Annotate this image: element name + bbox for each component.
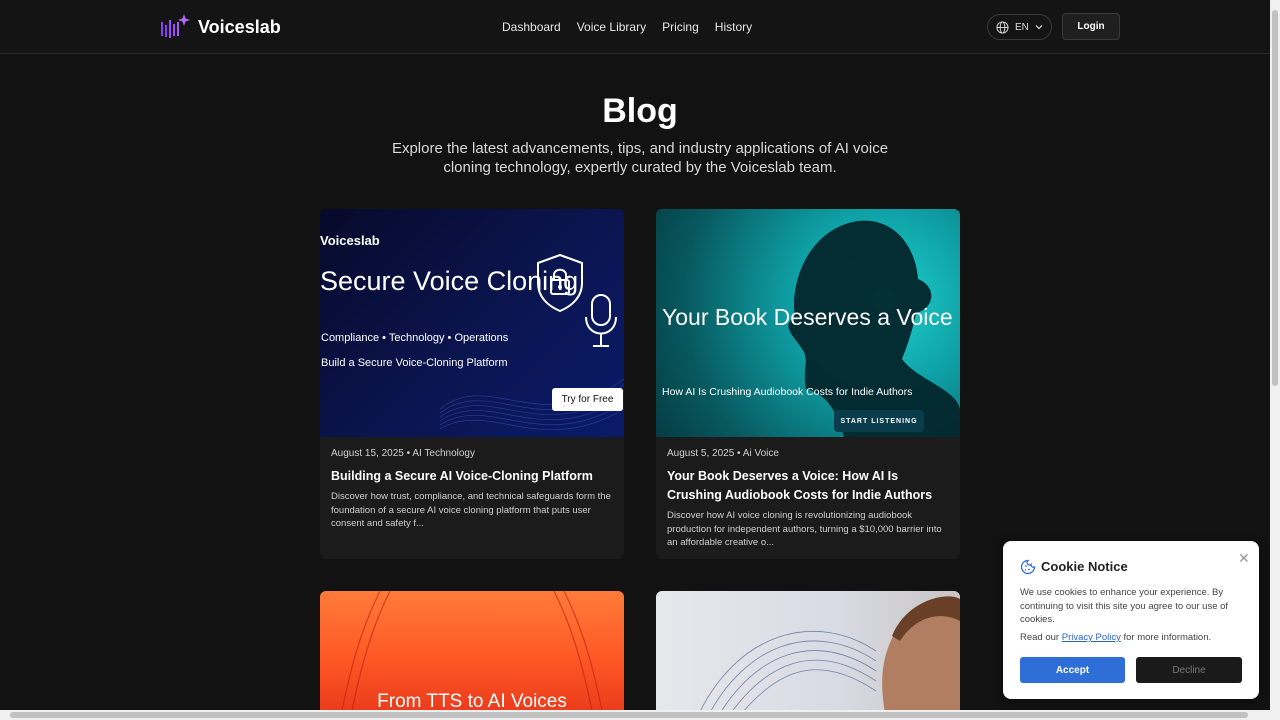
post-category: AI Technology (412, 448, 475, 459)
horizontal-scroll-thumb[interactable] (10, 712, 1248, 718)
image-caption: How AI Is Crushing Audiobook Costs for I… (662, 386, 913, 398)
microphone-icon (585, 294, 617, 347)
privacy-policy-link[interactable]: Privacy Policy (1062, 632, 1121, 643)
blog-card-image[interactable]: Your Book Deserves a Voice How AI Is Cru… (656, 209, 960, 437)
shield-lock-icon (537, 253, 583, 313)
blog-card[interactable] (656, 591, 960, 720)
post-category: Ai Voice (742, 448, 779, 459)
image-brand: Voiceslab (320, 233, 380, 248)
page-subtitle: Explore the latest advancements, tips, a… (391, 140, 889, 176)
chevron-down-icon (1035, 25, 1043, 30)
language-code: EN (1015, 21, 1029, 33)
wave-lines-decoration (439, 378, 624, 431)
post-title[interactable]: Your Book Deserves a Voice: How AI Is Cr… (667, 467, 953, 505)
main-nav: Dashboard Voice Library Pricing History (502, 18, 752, 36)
cookie-read-prefix: Read our (1020, 632, 1060, 643)
top-navigation-bar: Voiceslab Dashboard Voice Library Pricin… (0, 0, 1270, 54)
blog-card[interactable]: Voiceslab Secure Voice Cloning Complianc… (320, 209, 624, 559)
nav-history[interactable]: History (715, 18, 752, 36)
image-headline: Your Book Deserves a Voice (662, 304, 953, 330)
vertical-scrollbar[interactable] (1270, 0, 1280, 720)
post-date: August 5, 2025 (667, 448, 735, 459)
sound-wave-logo-icon (161, 14, 190, 38)
blog-card-image[interactable] (656, 591, 960, 720)
blog-card[interactable]: From TTS to AI Voices (320, 591, 624, 720)
language-selector[interactable]: EN (987, 14, 1052, 40)
cookie-notice: Cookie Notice ✕ We use cookies to enhanc… (1003, 541, 1259, 699)
blog-card[interactable]: Your Book Deserves a Voice How AI Is Cru… (656, 209, 960, 559)
try-for-free-button[interactable]: Try for Free (552, 388, 623, 411)
post-meta: August 15, 2025 • AI Technology (331, 448, 475, 459)
nav-pricing[interactable]: Pricing (662, 18, 699, 36)
blog-card-image[interactable]: From TTS to AI Voices (320, 591, 624, 720)
decline-button[interactable]: Decline (1136, 657, 1242, 683)
cookie-icon (1020, 559, 1036, 575)
nav-voice-library[interactable]: Voice Library (577, 18, 646, 36)
vertical-scroll-thumb[interactable] (1272, 10, 1278, 386)
post-meta: August 5, 2025 • Ai Voice (667, 448, 779, 459)
accept-button[interactable]: Accept (1020, 657, 1125, 683)
man-with-waves-illustration (695, 596, 960, 720)
start-listening-button[interactable]: START LISTENING (834, 410, 924, 432)
blog-card-image[interactable]: Voiceslab Secure Voice Cloning Complianc… (320, 209, 624, 437)
brand-name: Voiceslab (198, 16, 281, 37)
cookie-policy-line: Read our Privacy Policy for more informa… (1020, 632, 1246, 643)
post-excerpt: Discover how AI voice cloning is revolut… (667, 510, 942, 548)
page-title: Blog (602, 92, 678, 130)
image-caption: Build a Secure Voice-Cloning Platform (321, 357, 508, 369)
cookie-read-suffix: for more information. (1123, 632, 1212, 643)
cookie-text: We use cookies to enhance your experienc… (1020, 587, 1229, 625)
post-excerpt: Discover how trust, compliance, and tech… (331, 491, 611, 529)
post-title[interactable]: Building a Secure AI Voice-Cloning Platf… (331, 467, 617, 486)
horizontal-scrollbar[interactable] (0, 710, 1270, 720)
cookie-title: Cookie Notice (1041, 559, 1128, 574)
nav-dashboard[interactable]: Dashboard (502, 18, 561, 36)
image-tagline: Compliance • Technology • Operations (321, 332, 509, 344)
brand-logo[interactable]: Voiceslab (160, 12, 281, 42)
globe-icon (996, 20, 1009, 34)
login-button[interactable]: Login (1062, 13, 1120, 40)
post-date: August 15, 2025 (331, 448, 404, 459)
close-icon[interactable]: ✕ (1238, 550, 1250, 567)
